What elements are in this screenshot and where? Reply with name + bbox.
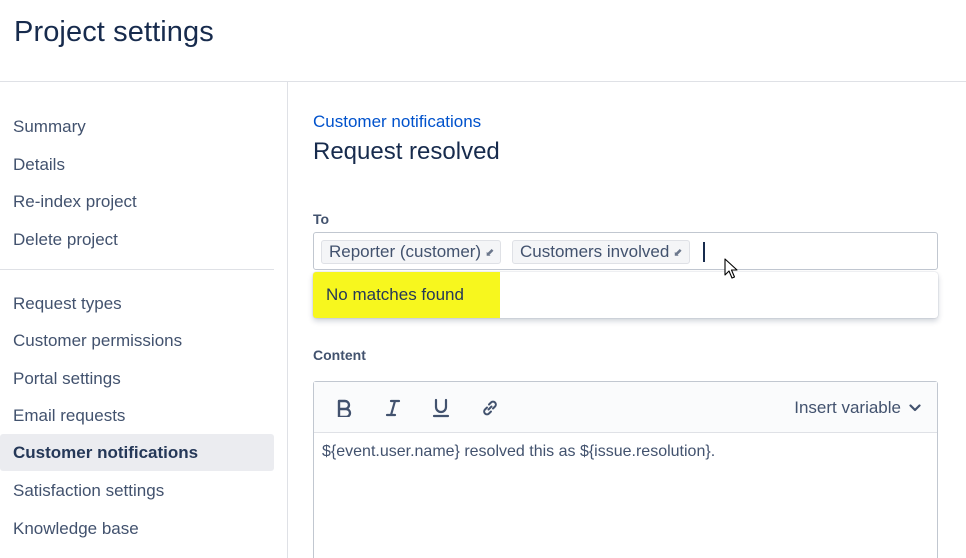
editor-body-text[interactable]: ${event.user.name} resolved this as ${is…	[322, 443, 715, 461]
sidebar: Summary Details Re-index project Delete …	[0, 82, 288, 558]
italic-icon[interactable]	[381, 396, 405, 420]
sidebar-item-delete-project[interactable]: Delete project	[0, 221, 274, 258]
recipient-chip-label: Reporter (customer)	[329, 242, 482, 261]
breadcrumb-customer-notifications[interactable]: Customer notifications	[313, 112, 481, 132]
page-title: Project settings	[14, 16, 214, 48]
remove-chip-icon[interactable]: ⬋	[673, 242, 682, 264]
sidebar-item-customer-permissions[interactable]: Customer permissions	[0, 322, 274, 359]
sidebar-divider	[0, 269, 274, 270]
recipient-chip[interactable]: Reporter (customer) ⬋	[321, 240, 502, 264]
recipient-chip[interactable]: Customers involved ⬋	[512, 240, 690, 264]
sidebar-item-knowledge-base[interactable]: Knowledge base	[0, 510, 274, 547]
sidebar-item-email-requests[interactable]: Email requests	[0, 397, 274, 434]
underline-icon[interactable]	[429, 396, 453, 420]
to-recipients-field[interactable]: Reporter (customer) ⬋ Customers involved ⬋	[313, 232, 938, 270]
no-matches-message: No matches found	[326, 285, 464, 304]
content-label: Content	[313, 347, 366, 363]
sidebar-item-satisfaction-settings[interactable]: Satisfaction settings	[0, 472, 274, 509]
link-icon[interactable]	[478, 396, 502, 420]
insert-variable-dropdown[interactable]: Insert variable	[794, 398, 921, 418]
to-label: To	[313, 211, 330, 227]
sidebar-item-details[interactable]: Details	[0, 146, 274, 183]
section-title: Request resolved	[313, 138, 500, 165]
sidebar-item-customer-notifications[interactable]: Customer notifications	[0, 434, 274, 471]
insert-variable-label: Insert variable	[794, 398, 901, 417]
mouse-cursor-icon	[724, 258, 738, 279]
editor-toolbar: Insert variable	[314, 382, 937, 433]
bold-icon[interactable]	[332, 396, 356, 420]
suggestions-dropdown: No matches found	[313, 272, 938, 318]
page-header: Project settings	[0, 0, 966, 82]
main-content: Customer notifications Request resolved …	[288, 82, 966, 558]
text-caret	[703, 242, 705, 262]
sidebar-item-request-types[interactable]: Request types	[0, 285, 274, 322]
remove-chip-icon[interactable]: ⬋	[485, 242, 494, 264]
recipient-chip-label: Customers involved	[520, 242, 670, 261]
chevron-down-icon	[909, 404, 921, 412]
content-editor[interactable]: Insert variable ${event.user.name} resol…	[313, 381, 938, 558]
sidebar-item-reindex-project[interactable]: Re-index project	[0, 183, 274, 220]
sidebar-item-portal-settings[interactable]: Portal settings	[0, 360, 274, 397]
sidebar-item-summary[interactable]: Summary	[0, 108, 274, 145]
